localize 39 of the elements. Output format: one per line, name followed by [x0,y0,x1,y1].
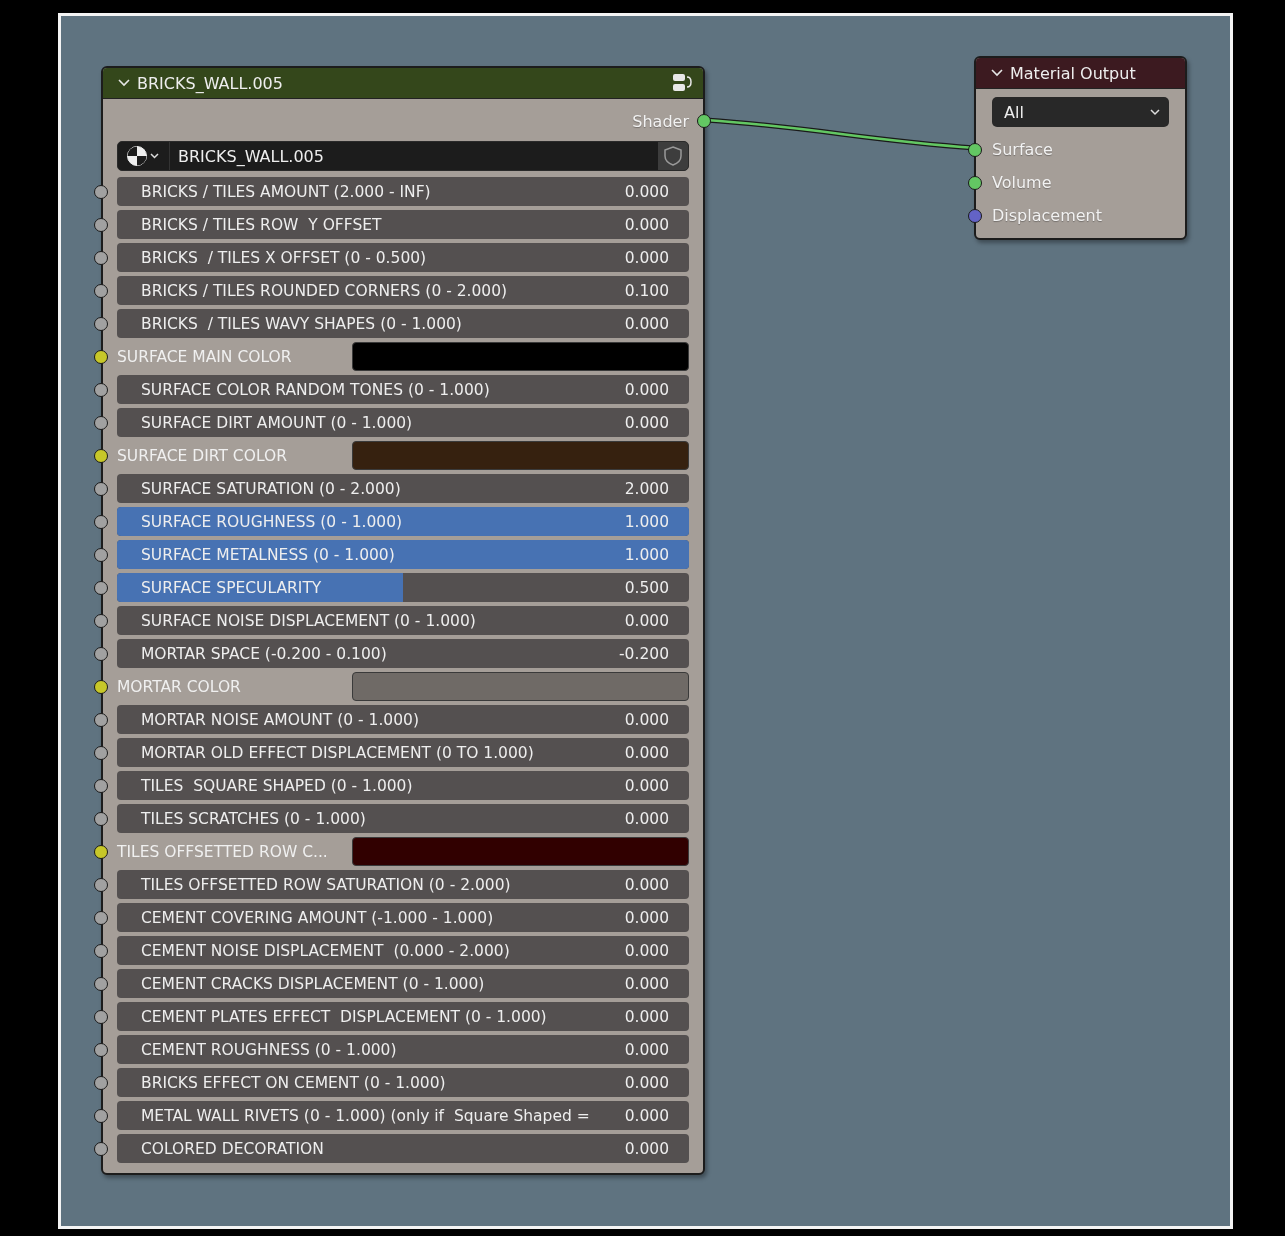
input-socket-label: Volume [992,173,1052,192]
input-socket-label: Surface [992,140,1053,159]
input-socket-label: Displacement [992,206,1102,225]
number-field[interactable]: METAL WALL RIVETS (0 - 1.000) (only if Square Shaped = 0.000 [117,1101,689,1130]
material-name: BRICKS_WALL.005 [177,145,325,168]
number-field[interactable]: SURFACE SATURATION (0 - 2.000) 2.000 [117,474,689,503]
number-field[interactable]: BRICKS / TILES X OFFSET (0 - 0.500) 0.000 [117,243,689,272]
number-field[interactable]: COLORED DECORATION 0.000 [117,1134,689,1163]
number-field[interactable]: CEMENT NOISE DISPLACEMENT (0.000 - 2.000) 0.000 [117,936,689,965]
number-field[interactable]: TILES OFFSETTED ROW SATURATION (0 - 2.000) 0.000 [117,870,689,899]
number-field[interactable]: MORTAR OLD EFFECT DISPLACEMENT (0 TO 1.000) 0.000 [117,738,689,767]
output-socket-label: Shader [632,111,689,131]
number-field[interactable]: BRICKS EFFECT ON CEMENT (0 - 1.000) 0.000 [117,1068,689,1097]
target-dropdown[interactable]: All [992,97,1169,127]
node-title: BRICKS_WALL.005 [137,73,284,93]
number-field[interactable]: SURFACE COLOR RANDOM TONES (0 - 1.000) 0.000 [117,375,689,404]
color-input-label: SURFACE DIRT COLOR [117,446,288,465]
number-field[interactable]: TILES SCRATCHES (0 - 1.000) 0.000 [117,804,689,833]
color-input-label: MORTAR COLOR [117,677,242,696]
number-field[interactable]: CEMENT ROUGHNESS (0 - 1.000) 0.000 [117,1035,689,1064]
number-field[interactable]: MORTAR NOISE AMOUNT (0 - 1.000) 0.000 [117,705,689,734]
slider-field[interactable]: SURFACE ROUGHNESS (0 - 1.000) 1.000 [117,507,689,536]
number-field[interactable]: CEMENT PLATES EFFECT DISPLACEMENT (0 - 1.000) 0.000 [117,1002,689,1031]
slider-field[interactable]: SURFACE SPECULARITY 0.500 [117,573,689,602]
number-field[interactable]: SURFACE NOISE DISPLACEMENT (0 - 1.000) 0.000 [117,606,689,635]
number-field[interactable]: BRICKS / TILES ROW Y OFFSET 0.000 [117,210,689,239]
number-field[interactable]: MORTAR SPACE (-0.200 - 0.100) -0.200 [117,639,689,668]
material-selector[interactable]: BRICKS_WALL.005 [117,141,689,171]
number-field[interactable]: BRICKS / TILES ROUNDED CORNERS (0 - 2.000) 0.100 [117,276,689,305]
number-field[interactable]: BRICKS / TILES WAVY SHAPES (0 - 1.000) 0.000 [117,309,689,338]
number-field[interactable]: CEMENT CRACKS DISPLACEMENT (0 - 1.000) 0.000 [117,969,689,998]
node-title: Material Output [1010,63,1137,83]
color-input-label: TILES OFFSETTED ROW C... [117,842,329,861]
color-input-label: SURFACE MAIN COLOR [117,347,293,366]
number-field[interactable]: SURFACE DIRT AMOUNT (0 - 1.000) 0.000 [117,408,689,437]
number-field[interactable]: BRICKS / TILES AMOUNT (2.000 - INF) 0.000 [117,177,689,206]
slider-field[interactable]: SURFACE METALNESS (0 - 1.000) 1.000 [117,540,689,569]
number-field[interactable]: TILES SQUARE SHAPED (0 - 1.000) 0.000 [117,771,689,800]
number-field[interactable]: CEMENT COVERING AMOUNT (-1.000 - 1.000) 0.000 [117,903,689,932]
